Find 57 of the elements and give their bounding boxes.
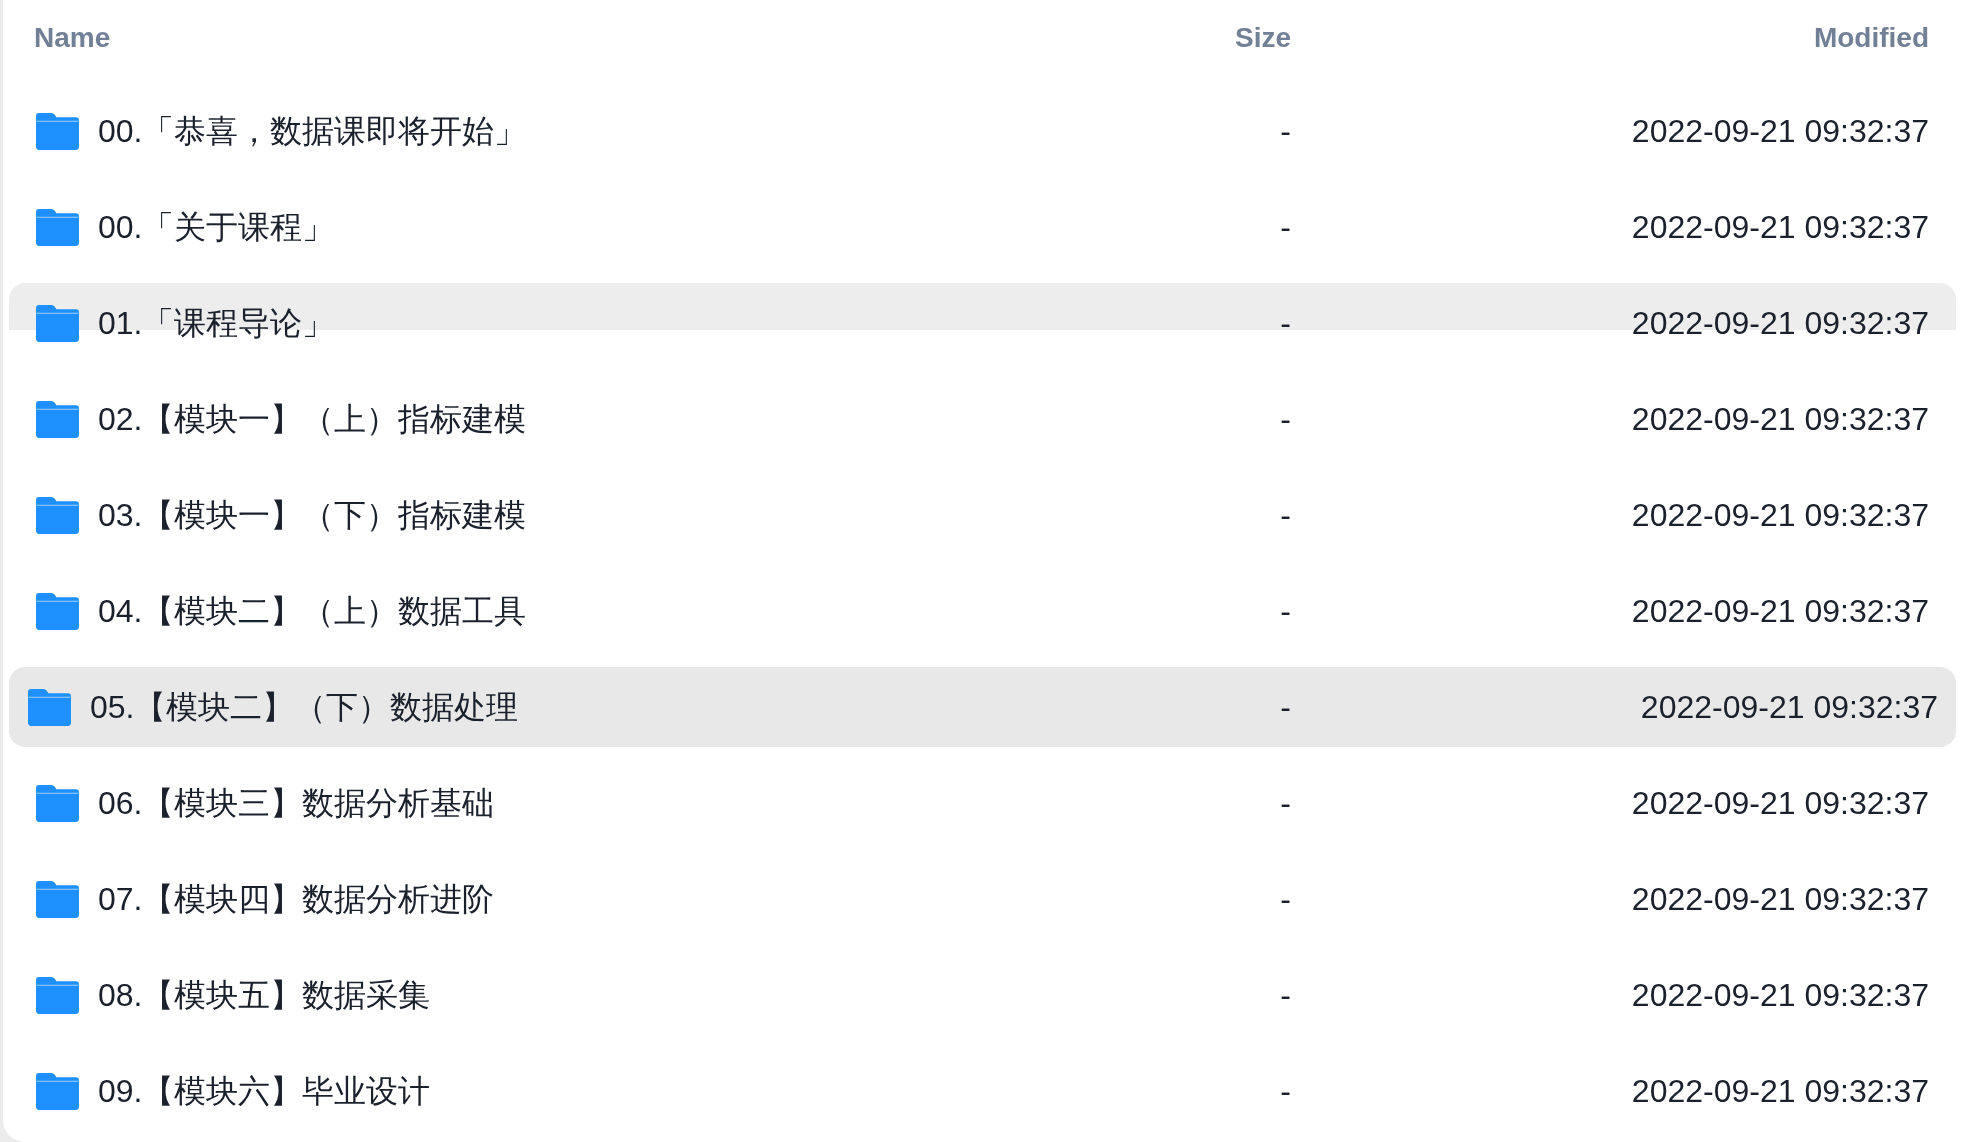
folder-row[interactable]: 00.「关于课程」 - 2022-09-21 09:32:37: [18, 187, 1947, 267]
size-text: -: [1280, 400, 1291, 439]
folder-row[interactable]: 08.【模块五】数据采集 - 2022-09-21 09:32:37: [18, 955, 1947, 1035]
size-text: -: [1280, 592, 1291, 631]
modified-date: 2022-09-21 09:32:37: [1631, 400, 1929, 439]
folder-row[interactable]: 04.【模块二】（上）数据工具 - 2022-09-21 09:32:37: [18, 571, 1947, 651]
folder-name: 04.【模块二】（上）数据工具: [98, 592, 527, 631]
folder-icon: [36, 112, 79, 150]
size-text: -: [1280, 112, 1291, 151]
modified-date: 2022-09-21 09:32:37: [1631, 880, 1929, 919]
folder-name: 00.「关于课程」: [98, 208, 335, 247]
folder-name: 01.「课程导论」: [98, 304, 335, 343]
folder-row[interactable]: 09.【模块六】毕业设计 - 2022-09-21 09:32:37: [18, 1051, 1947, 1131]
size-text: -: [1280, 976, 1291, 1015]
folder-name: 07.【模块四】数据分析进阶: [98, 880, 495, 919]
folder-row[interactable]: 00.「恭喜，数据课即将开始」 - 2022-09-21 09:32:37: [18, 91, 1947, 171]
size-text: -: [1280, 784, 1291, 823]
folder-name: 08.【模块五】数据采集: [98, 976, 431, 1015]
folder-row[interactable]: 06.【模块三】数据分析基础 - 2022-09-21 09:32:37: [18, 763, 1947, 843]
column-header: Name: [34, 20, 111, 55]
size-text: -: [1280, 880, 1291, 919]
modified-date: 2022-09-21 09:32:37: [1631, 496, 1929, 535]
modified-date: 2022-09-21 09:32:37: [1631, 784, 1929, 823]
folder-icon: [28, 688, 71, 726]
modified-date: 2022-09-21 09:32:37: [1631, 208, 1929, 247]
size-text: -: [1280, 496, 1291, 535]
folder-name: 06.【模块三】数据分析基础: [98, 784, 495, 823]
folder-row[interactable]: 02.【模块一】（上）指标建模 - 2022-09-21 09:32:37: [18, 379, 1947, 459]
size-text: -: [1280, 1072, 1291, 1111]
folder-name: 05.【模块二】（下）数据处理: [90, 688, 519, 727]
folder-name: 02.【模块一】（上）指标建模: [98, 400, 527, 439]
size-text: -: [1280, 688, 1291, 727]
folder-row[interactable]: 03.【模块一】（下）指标建模 - 2022-09-21 09:32:37: [18, 475, 1947, 555]
modified-date: 2022-09-21 09:32:37: [1631, 304, 1929, 343]
size-text: -: [1280, 208, 1291, 247]
modified-date: 2022-09-21 09:32:37: [1631, 1072, 1929, 1111]
folder-icon: [36, 976, 79, 1014]
folder-icon: [36, 400, 79, 438]
modified-date: 2022-09-21 09:32:37: [1631, 112, 1929, 151]
column-header: Size: [1234, 20, 1291, 55]
folder-icon: [36, 784, 79, 822]
folder-icon: [36, 208, 79, 246]
column-header: Modified: [1813, 20, 1929, 55]
folder-icon: [36, 592, 79, 630]
folder-icon: [36, 1072, 79, 1110]
folder-icon: [36, 304, 79, 342]
modified-date: 2022-09-21 09:32:37: [1631, 976, 1929, 1015]
folder-icon: [36, 880, 79, 918]
folder-icon: [36, 496, 79, 534]
folder-name: 00.「恭喜，数据课即将开始」: [98, 112, 527, 151]
modified-date: 2022-09-21 09:32:37: [1631, 592, 1929, 631]
modified-date: 2022-09-21 09:32:37: [1640, 688, 1938, 727]
folder-name: 03.【模块一】（下）指标建模: [98, 496, 527, 535]
folder-row[interactable]: 05.【模块二】（下）数据处理 - 2022-09-21 09:32:37: [9, 667, 1956, 747]
size-text: -: [1280, 304, 1291, 343]
folder-name: 09.【模块六】毕业设计: [98, 1072, 431, 1111]
folder-row[interactable]: 07.【模块四】数据分析进阶 - 2022-09-21 09:32:37: [18, 859, 1947, 939]
